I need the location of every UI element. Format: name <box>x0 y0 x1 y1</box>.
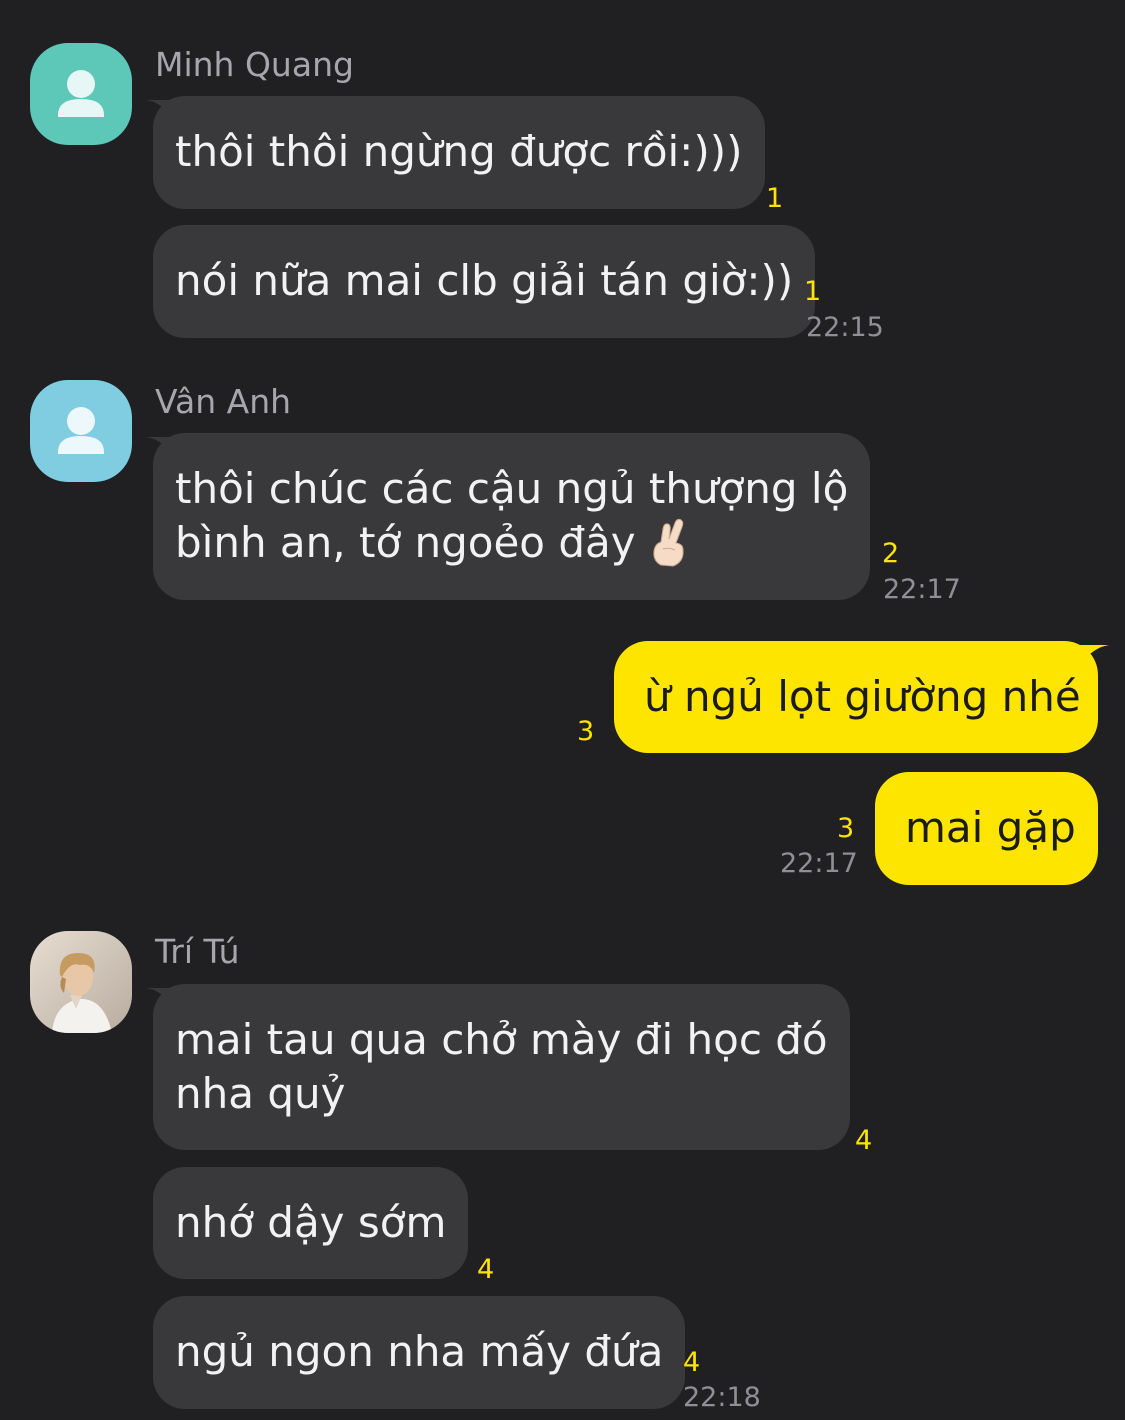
message-bubble[interactable]: mai tau qua chở mày đi học đó nha quỷ <box>153 984 850 1150</box>
message-text: mai gặp <box>905 803 1076 852</box>
message-bubble[interactable]: thôi thôi ngừng được rồi:))) <box>153 96 765 209</box>
unread-count: 1 <box>766 183 784 214</box>
avatar-minh-quang[interactable] <box>30 43 132 145</box>
message-text-line: nha quỷ <box>175 1069 346 1118</box>
profile-photo <box>30 931 132 1033</box>
crossed-fingers-emoji <box>653 518 684 567</box>
unread-count: 4 <box>855 1125 873 1156</box>
avatar-van-anh[interactable] <box>30 380 132 482</box>
message-text: nhớ dậy sớm <box>175 1198 447 1247</box>
message-text-line: mai tau qua chở mày đi học đó <box>175 1015 828 1064</box>
avatar-tri-tu[interactable] <box>30 931 132 1033</box>
sender-name: Vân Anh <box>155 382 292 421</box>
unread-count: 3 <box>577 716 595 747</box>
message-text: nói nữa mai clb giải tán giờ:)) <box>175 256 794 305</box>
timestamp: 22:17 <box>883 574 961 605</box>
sender-name: Trí Tú <box>155 932 240 971</box>
message-text: ngủ ngon nha mấy đứa <box>175 1327 664 1376</box>
message-text: ừ ngủ lọt giường nhé <box>644 672 1081 721</box>
timestamp: 22:18 <box>683 1382 761 1413</box>
unread-count: 4 <box>683 1347 701 1378</box>
unread-count: 3 <box>837 813 855 844</box>
message-text-line: thôi chúc các cậu ngủ thượng lộ <box>175 464 849 513</box>
unread-count: 1 <box>804 276 822 307</box>
message-bubble[interactable]: ngủ ngon nha mấy đứa <box>153 1296 686 1409</box>
message-bubble[interactable]: ừ ngủ lọt giường nhé <box>614 641 1098 753</box>
timestamp: 22:15 <box>806 312 884 343</box>
message-text: thôi thôi ngừng được rồi:))) <box>175 127 743 176</box>
unread-count: 4 <box>477 1254 495 1285</box>
message-bubble[interactable]: thôi chúc các cậu ngủ thượng lộ bình an,… <box>153 433 871 600</box>
message-bubble[interactable]: nói nữa mai clb giải tán giờ:)) <box>153 225 816 338</box>
timestamp: 22:17 <box>780 848 858 879</box>
default-person-icon <box>30 380 132 482</box>
message-text-line: bình an, tớ ngoẻo đây <box>175 518 636 567</box>
default-person-icon <box>30 43 132 145</box>
unread-count: 2 <box>882 538 900 569</box>
bubble-tail <box>1079 645 1109 665</box>
sender-name: Minh Quang <box>155 45 354 84</box>
message-bubble[interactable]: nhớ dậy sớm <box>153 1167 469 1279</box>
message-bubble[interactable]: mai gặp <box>875 772 1098 885</box>
